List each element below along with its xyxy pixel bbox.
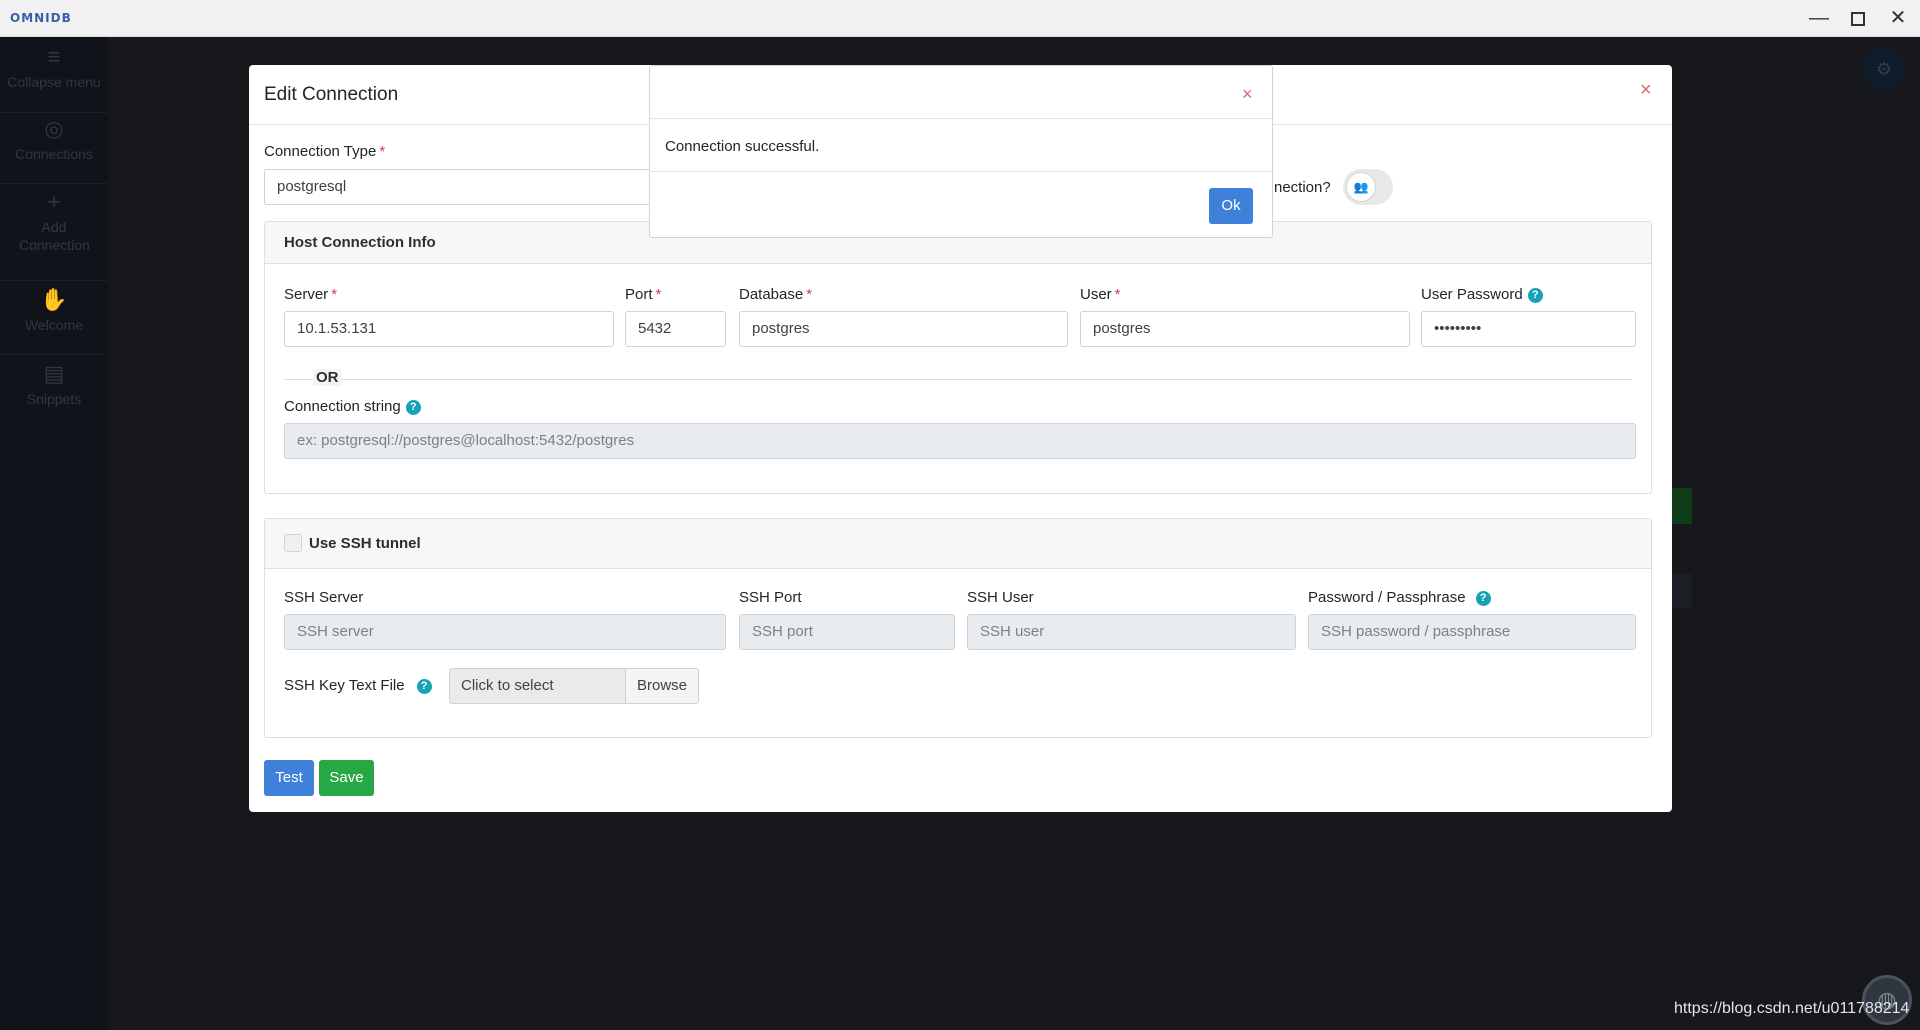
- help-icon[interactable]: ?: [1475, 591, 1491, 606]
- ssh-password-label: Password / Passphrase?: [1308, 589, 1491, 606]
- required-mark: *: [379, 143, 386, 160]
- ok-button[interactable]: Ok: [1209, 188, 1253, 224]
- users-icon: 👥: [1346, 172, 1376, 202]
- sidebar-item-label: Add Connection: [19, 219, 90, 253]
- shared-connection-toggle[interactable]: 👥: [1343, 169, 1393, 205]
- ssh-user-input[interactable]: SSH user: [967, 614, 1296, 650]
- or-label: OR: [313, 369, 342, 386]
- connection-type-label: Connection Type *: [264, 143, 385, 160]
- user-password-label: User Password?: [1421, 286, 1543, 303]
- browse-button[interactable]: Browse: [625, 668, 699, 704]
- sidebar-item-label: Collapse menu: [7, 74, 101, 90]
- test-button[interactable]: Test: [264, 760, 314, 796]
- ssh-password-label-text: Password / Passphrase: [1308, 589, 1466, 606]
- sidebar: ≡ Collapse menu ◎ Connections + Add Conn…: [0, 37, 108, 1030]
- host-connection-card: Host Connection Info Server * 10.1.53.131…: [264, 221, 1652, 494]
- minimize-button[interactable]: —: [1802, 4, 1836, 32]
- database-input[interactable]: postgres: [739, 311, 1068, 347]
- user-input[interactable]: postgres: [1080, 311, 1410, 347]
- connections-icon: ◎: [44, 116, 64, 141]
- shared-connection-label: nection?: [1274, 179, 1331, 196]
- ssh-key-file-label: SSH Key Text File?: [284, 677, 432, 694]
- user-password-label-text: User Password: [1421, 286, 1523, 303]
- or-divider: [284, 379, 1632, 380]
- ssh-key-file-input[interactable]: Click to select: [449, 668, 626, 704]
- port-input[interactable]: 5432: [625, 311, 726, 347]
- app-logo: OMNIDB: [10, 11, 72, 25]
- background-panel-edge: [1672, 488, 1692, 524]
- help-icon[interactable]: ?: [416, 679, 432, 694]
- ssh-port-label: SSH Port: [739, 589, 802, 606]
- help-icon[interactable]: ?: [1527, 288, 1543, 303]
- port-label: Port *: [625, 286, 661, 303]
- ssh-tunnel-card: Use SSH tunnel SSH Server SSH server SSH…: [264, 518, 1652, 738]
- modal-close-button[interactable]: ×: [1640, 79, 1652, 102]
- user-password-input[interactable]: •••••••••: [1421, 311, 1636, 347]
- required-mark: *: [655, 286, 662, 303]
- alert-body: Connection successful.: [650, 119, 1272, 172]
- sidebar-item-label: Snippets: [26, 391, 82, 407]
- use-ssh-tunnel-checkbox[interactable]: [284, 534, 302, 552]
- alert-close-button[interactable]: ×: [1242, 84, 1253, 105]
- server-label-text: Server: [284, 286, 329, 303]
- required-mark: *: [1114, 286, 1121, 303]
- sidebar-divider: [0, 280, 108, 281]
- host-card-title: Host Connection Info: [284, 234, 436, 251]
- menu-icon: ≡: [47, 44, 61, 69]
- save-button[interactable]: Save: [319, 760, 374, 796]
- required-mark: *: [331, 286, 338, 303]
- connection-string-input[interactable]: ex: postgresql://postgres@localhost:5432…: [284, 423, 1636, 459]
- sidebar-item-snippets[interactable]: ▤ Snippets: [0, 362, 108, 408]
- modal-title: Edit Connection: [264, 84, 399, 105]
- ssh-user-label: SSH User: [967, 589, 1034, 606]
- sidebar-item-connections[interactable]: ◎ Connections: [0, 117, 108, 163]
- ssh-password-input[interactable]: SSH password / passphrase: [1308, 614, 1636, 650]
- sidebar-divider: [0, 183, 108, 184]
- ssh-card-title: Use SSH tunnel: [309, 535, 421, 552]
- maximize-button[interactable]: [1841, 4, 1875, 32]
- hand-icon: ✋: [40, 287, 68, 312]
- ssh-server-input[interactable]: SSH server: [284, 614, 726, 650]
- connection-type-select[interactable]: postgresql: [264, 169, 714, 205]
- ssh-key-file-label-text: SSH Key Text File: [284, 677, 405, 694]
- maximize-icon: [1851, 11, 1865, 26]
- database-label: Database *: [739, 286, 812, 303]
- user-label-text: User: [1080, 286, 1112, 303]
- alert-header: ×: [650, 66, 1272, 119]
- ssh-port-input[interactable]: SSH port: [739, 614, 955, 650]
- connection-type-label-text: Connection Type: [264, 143, 377, 160]
- sidebar-item-welcome[interactable]: ✋ Welcome: [0, 288, 108, 334]
- close-window-button[interactable]: ✕: [1881, 4, 1915, 32]
- help-icon[interactable]: ?: [405, 400, 421, 415]
- server-input[interactable]: 10.1.53.131: [284, 311, 614, 347]
- ssh-server-label: SSH Server: [284, 589, 364, 606]
- sidebar-divider: [0, 112, 108, 113]
- background-panel-edge: [1672, 574, 1692, 608]
- database-label-text: Database: [739, 286, 804, 303]
- sidebar-divider: [0, 354, 108, 355]
- book-icon: ▤: [43, 361, 65, 386]
- window-titlebar: OMNIDB — ✕: [0, 0, 1920, 37]
- user-label: User *: [1080, 286, 1121, 303]
- ssh-card-header: Use SSH tunnel: [265, 519, 1651, 569]
- sidebar-item-add-connection[interactable]: + Add Connection: [0, 190, 108, 254]
- sidebar-item-collapse[interactable]: ≡ Collapse menu: [0, 45, 108, 91]
- connection-result-dialog: × Connection successful. Ok: [649, 65, 1273, 238]
- server-label: Server *: [284, 286, 337, 303]
- plus-icon: +: [47, 189, 61, 214]
- watermark-text: https://blog.csdn.net/u011788214: [1674, 1000, 1910, 1017]
- port-label-text: Port: [625, 286, 653, 303]
- sidebar-item-label: Connections: [15, 146, 93, 162]
- connection-string-label: Connection string?: [284, 398, 421, 415]
- gear-icon[interactable]: ⚙: [1863, 48, 1905, 90]
- connection-string-label-text: Connection string: [284, 398, 401, 415]
- required-mark: *: [806, 286, 813, 303]
- sidebar-item-label: Welcome: [24, 317, 84, 333]
- alert-message: Connection successful.: [665, 138, 820, 155]
